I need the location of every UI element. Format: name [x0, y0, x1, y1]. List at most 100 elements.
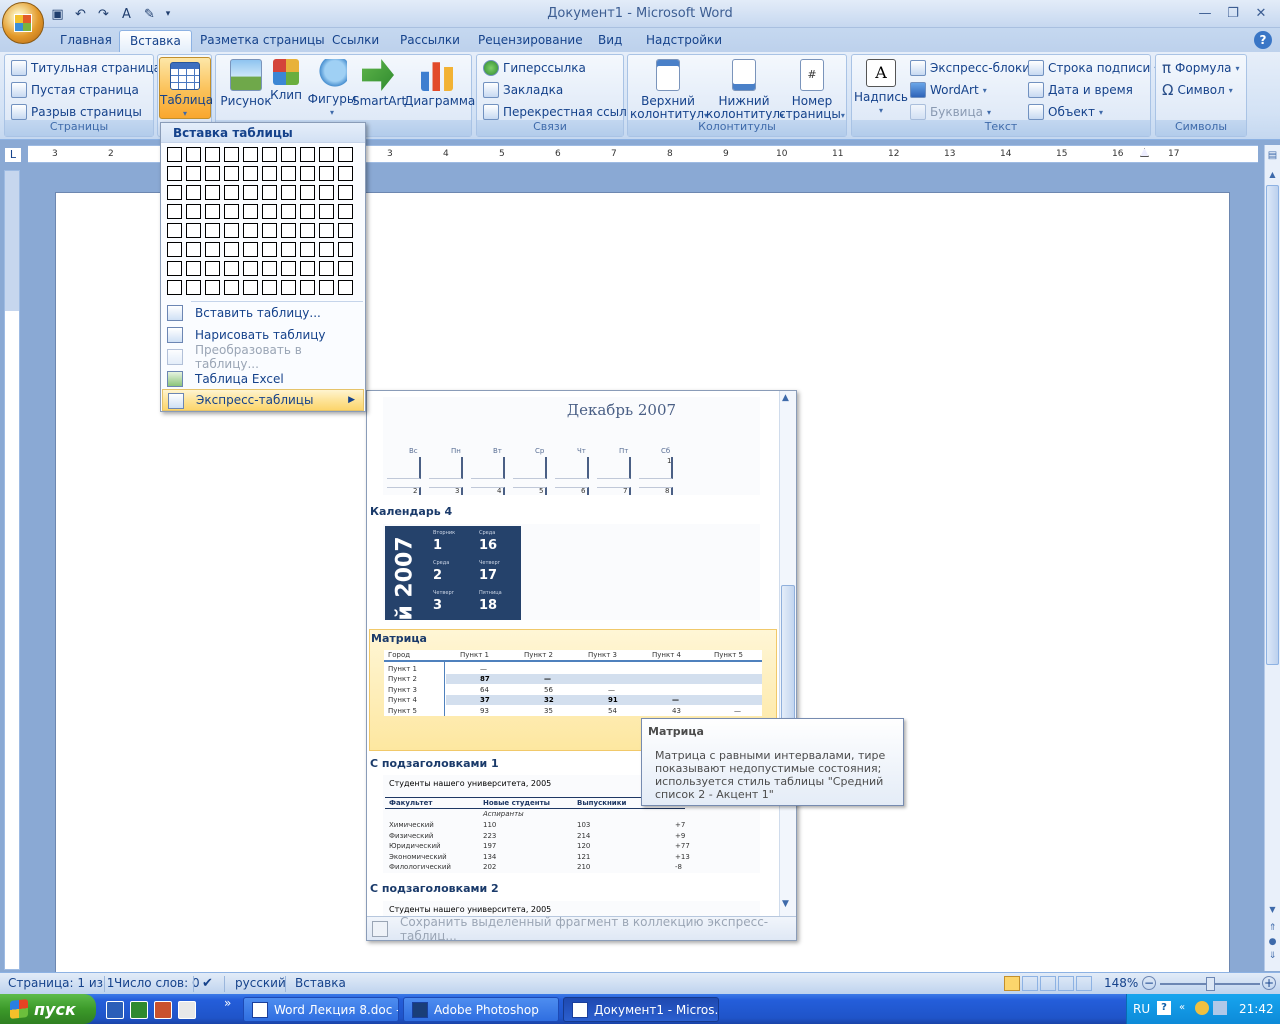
table-grid-cell[interactable] — [281, 204, 296, 219]
chart-button[interactable]: Диаграмма — [404, 59, 475, 108]
table-grid-cell[interactable] — [186, 242, 201, 257]
table-grid-cell[interactable] — [338, 204, 353, 219]
table-grid-cell[interactable] — [224, 166, 239, 181]
table-grid-cell[interactable] — [338, 223, 353, 238]
volume-icon[interactable] — [1213, 1001, 1227, 1015]
gallery-item-calendar-3[interactable]: Декабрь 2007 Вс 2 Пн 3 Вт 4 Ср 5 Чт 6 Пт 7 Сб 8 1 — [383, 397, 760, 495]
table-grid-cell[interactable] — [281, 242, 296, 257]
bookmark-button[interactable]: Закладка — [483, 80, 563, 100]
gallery-scroll-thumb[interactable] — [781, 585, 795, 735]
table-grid-cell[interactable] — [243, 185, 258, 200]
table-grid-cell[interactable] — [224, 280, 239, 295]
gallery-scrollbar[interactable]: ▲ ▼ — [779, 391, 796, 916]
outlook-quicklaunch-icon[interactable] — [178, 1001, 196, 1019]
keyboard-language[interactable]: RU — [1133, 1002, 1150, 1016]
table-grid-cell[interactable] — [262, 166, 277, 181]
table-grid-cell[interactable] — [262, 223, 277, 238]
table-grid-cell[interactable] — [186, 261, 201, 276]
scroll-thumb[interactable] — [1266, 185, 1279, 665]
tray-app-icon[interactable] — [1195, 1001, 1209, 1015]
tab-page-layout[interactable]: Разметка страницы — [190, 30, 335, 52]
table-grid-cell[interactable] — [281, 223, 296, 238]
next-page-icon[interactable]: ⇓ — [1265, 951, 1280, 965]
scroll-down-icon[interactable]: ▼ — [1265, 905, 1280, 921]
table-grid-cell[interactable] — [167, 147, 182, 162]
convert-to-table-item[interactable]: Преобразовать в таблицу... — [162, 343, 364, 371]
prev-page-icon[interactable]: ⇑ — [1265, 923, 1280, 937]
table-grid-cell[interactable] — [205, 280, 220, 295]
table-grid-cell[interactable] — [300, 185, 315, 200]
excel-table-item[interactable]: Таблица Excel — [162, 368, 364, 390]
hyperlink-button[interactable]: Гиперссылка — [483, 58, 586, 78]
taskbar-item-word-lecture[interactable]: Word Лекция 8.doc -... — [243, 997, 399, 1022]
insert-mode[interactable]: Вставка — [295, 976, 346, 990]
table-grid-cell[interactable] — [205, 185, 220, 200]
taskbar-item-photoshop[interactable]: Adobe Photoshop — [403, 997, 559, 1022]
drop-cap-button[interactable]: Буквица ▾ — [910, 102, 991, 122]
table-grid-cell[interactable] — [224, 147, 239, 162]
table-grid-cell[interactable] — [205, 242, 220, 257]
tab-home[interactable]: Главная — [50, 30, 122, 52]
help-tray-icon[interactable]: ? — [1157, 1001, 1171, 1015]
zoom-slider-thumb[interactable] — [1206, 977, 1215, 991]
word-count[interactable]: Число слов: 0 — [114, 976, 200, 990]
insert-table-item[interactable]: Вставить таблицу... — [162, 302, 364, 324]
table-grid-cell[interactable] — [262, 147, 277, 162]
table-grid-cell[interactable] — [281, 280, 296, 295]
table-grid-cell[interactable] — [186, 280, 201, 295]
office-button[interactable] — [2, 2, 44, 44]
help-icon[interactable]: ? — [1254, 31, 1272, 49]
table-grid-cell[interactable] — [338, 185, 353, 200]
signature-line-button[interactable]: Строка подписи▾ — [1028, 58, 1158, 78]
right-indent-marker[interactable] — [1140, 148, 1149, 157]
table-grid-cell[interactable] — [281, 261, 296, 276]
table-grid-cell[interactable] — [319, 147, 334, 162]
textbox-button[interactable]: A Надпись ▾ — [854, 59, 908, 117]
table-grid-cell[interactable] — [186, 185, 201, 200]
table-grid-cell[interactable] — [205, 166, 220, 181]
taskbar-item-document1[interactable]: Документ1 - Micros... — [563, 997, 719, 1022]
table-grid-cell[interactable] — [262, 185, 277, 200]
table-grid-cell[interactable] — [338, 147, 353, 162]
tab-view[interactable]: Вид — [588, 30, 632, 52]
clip-button[interactable]: Клип — [264, 59, 308, 102]
quick-parts-button[interactable]: Экспресс-блоки▾ — [910, 58, 1038, 78]
table-grid-cell[interactable] — [167, 280, 182, 295]
header-button[interactable]: Верхний колонтитул▾ — [630, 59, 708, 122]
gallery-scroll-down-icon[interactable]: ▼ — [782, 899, 789, 909]
gallery-item-calendar-4[interactable]: й 2007 Вторник 1 Среда 16 Среда 2 Четверг 17 Чет… — [383, 524, 760, 621]
table-grid-cell[interactable] — [338, 166, 353, 181]
table-grid-cell[interactable] — [224, 242, 239, 257]
table-grid-cell[interactable] — [243, 223, 258, 238]
table-grid-cell[interactable] — [167, 204, 182, 219]
outline-icon[interactable] — [1058, 976, 1074, 991]
shapes-button[interactable]: Фигуры ▾ — [306, 59, 358, 119]
full-screen-reading-icon[interactable] — [1022, 976, 1038, 991]
draft-icon[interactable] — [1076, 976, 1092, 991]
table-grid-cell[interactable] — [300, 166, 315, 181]
zoom-level[interactable]: 148% — [1104, 976, 1138, 990]
footer-button[interactable]: Нижний колонтитул▾ — [706, 59, 784, 122]
table-grid-cell[interactable] — [243, 204, 258, 219]
proofing-icon[interactable]: ✔ — [202, 976, 213, 991]
table-grid-cell[interactable] — [262, 261, 277, 276]
language-indicator[interactable]: русский — [235, 976, 286, 990]
ruler-toggle-icon[interactable]: ▤ — [1265, 145, 1280, 167]
cross-reference-button[interactable]: Перекрестная ссылка — [483, 102, 641, 122]
object-button[interactable]: Объект ▾ — [1028, 102, 1103, 122]
tab-review[interactable]: Рецензирование — [468, 30, 593, 52]
table-grid-cell[interactable] — [186, 147, 201, 162]
page-number-button[interactable]: # Номер страницы▾ — [778, 59, 846, 122]
smartart-button[interactable]: SmartArt — [352, 59, 406, 108]
page-count[interactable]: Страница: 1 из 1 — [8, 976, 114, 990]
table-grid-cell[interactable] — [319, 185, 334, 200]
cover-page-button[interactable]: Титульная страница▾ — [11, 58, 169, 78]
quick-tables-item[interactable]: Экспресс-таблицы ▶ — [162, 389, 364, 411]
tab-addins[interactable]: Надстройки — [636, 30, 732, 52]
table-grid-cell[interactable] — [338, 261, 353, 276]
tab-insert[interactable]: Вставка — [119, 30, 192, 52]
powerpoint-quicklaunch-icon[interactable] — [154, 1001, 172, 1019]
table-grid-cell[interactable] — [262, 280, 277, 295]
table-grid-cell[interactable] — [243, 242, 258, 257]
table-grid-cell[interactable] — [167, 166, 182, 181]
